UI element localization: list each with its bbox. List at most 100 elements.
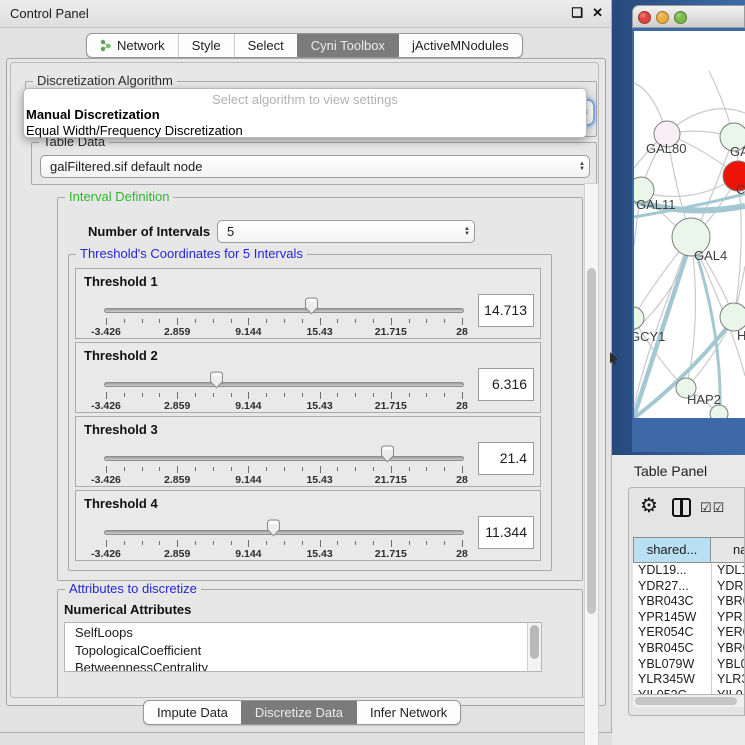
- attribute-item-betweennesscentrality[interactable]: BetweennessCentrality: [75, 659, 541, 672]
- slider-track[interactable]: [104, 530, 464, 535]
- list-scrollbar[interactable]: [527, 623, 541, 671]
- slider-track[interactable]: [104, 308, 464, 313]
- tab-infer-network[interactable]: Infer Network: [356, 701, 460, 724]
- table-row[interactable]: YBL079WYBL0: [633, 657, 745, 673]
- slider-tick: [284, 319, 285, 323]
- tab-style[interactable]: Style: [178, 34, 234, 57]
- attributes-group-title: Attributes to discretize: [65, 581, 201, 596]
- table-row[interactable]: YDR27...YDR2: [633, 579, 745, 595]
- slider-tick: [462, 392, 463, 399]
- table-row[interactable]: YBR045CYBR0: [633, 641, 745, 657]
- slider-tick: [302, 393, 303, 397]
- close-traffic-light[interactable]: [638, 11, 651, 24]
- threshold-label: Threshold 4: [84, 496, 158, 511]
- table-row[interactable]: YLR345WYLR3: [633, 672, 745, 688]
- slider-tick: [195, 319, 196, 323]
- slider-tick: [355, 393, 356, 397]
- interval-definition-title: Interval Definition: [65, 189, 173, 204]
- attribute-items: SelfLoopsTopologicalCoefficientBetweenne…: [65, 623, 541, 672]
- slider-tick: [177, 540, 178, 547]
- slider-thumb[interactable]: [380, 445, 395, 463]
- close-window-icon[interactable]: ✕: [592, 5, 603, 21]
- slider-tick: [231, 393, 232, 397]
- slider-track[interactable]: [104, 382, 464, 387]
- tab-select[interactable]: Select: [234, 34, 297, 57]
- slider-tick: [248, 540, 249, 547]
- slider-tick: [106, 318, 107, 325]
- cell-shared-name: YLR345W: [633, 672, 711, 688]
- slider-thumb[interactable]: [209, 371, 224, 389]
- slider-tick: [284, 541, 285, 545]
- column-layout-icon[interactable]: [672, 498, 691, 517]
- slider-tick: [302, 467, 303, 471]
- threshold-panel-2: Threshold 2-3.4262.8599.14415.4321.71528…: [75, 342, 541, 413]
- cyni-toolbox-panel: Discretization Algorithm ▲▼ Select algor…: [6, 58, 606, 706]
- numerical-attributes-list[interactable]: SelfLoopsTopologicalCoefficientBetweenne…: [64, 622, 542, 672]
- slider-tick: [355, 319, 356, 323]
- network-node-h[interactable]: [720, 303, 745, 331]
- slider-tick: [337, 541, 338, 545]
- dropdown-option-manual-discretization[interactable]: Manual Discretization: [24, 107, 586, 123]
- slider-tick: [320, 540, 321, 547]
- tab-impute-data[interactable]: Impute Data: [144, 701, 241, 724]
- float-window-icon[interactable]: ❏: [571, 5, 583, 21]
- gear-icon[interactable]: ⚙: [640, 493, 658, 518]
- tab-cyni-toolbox[interactable]: Cyni Toolbox: [297, 34, 398, 57]
- slider-thumb[interactable]: [304, 297, 319, 315]
- number-of-intervals-value: 5: [227, 224, 460, 239]
- threshold-panel-1: Threshold 1-3.4262.8599.14415.4321.71528…: [75, 268, 541, 339]
- attribute-item-topologicalcoefficient[interactable]: TopologicalCoefficient: [75, 642, 541, 660]
- list-scrollbar-thumb[interactable]: [530, 625, 539, 659]
- network-node-gcy1[interactable]: [634, 307, 644, 329]
- minimize-traffic-light[interactable]: [656, 11, 669, 24]
- numerical-attributes-label: Numerical Attributes: [64, 602, 191, 617]
- slider-tick: [284, 393, 285, 397]
- slider-tick-label: 28: [456, 326, 468, 338]
- tab-discretize-data[interactable]: Discretize Data: [241, 701, 356, 724]
- dropdown-option-equal-width-frequency-discretization[interactable]: Equal Width/Frequency Discretization: [24, 123, 586, 139]
- network-window-titlebar: [632, 5, 745, 28]
- table-data-select[interactable]: galFiltered.sif default node ▲▼: [40, 155, 590, 178]
- slider-tick-label: -3.426: [91, 326, 121, 338]
- slider-tick: [195, 467, 196, 471]
- slider-tick: [409, 541, 410, 545]
- table-row[interactable]: YER054CYER0: [633, 625, 745, 641]
- cell-shared-name: YPR145W: [633, 610, 711, 626]
- slider-tick-label: 9.144: [235, 548, 261, 560]
- column-header-name[interactable]: na: [711, 537, 745, 563]
- table-row[interactable]: YBR043CYBR0: [633, 594, 745, 610]
- threshold-value-field[interactable]: 14.713: [478, 294, 534, 327]
- cell-name: YBL0: [711, 657, 745, 673]
- slider-tick: [337, 467, 338, 471]
- column-header-shared-name[interactable]: shared...: [633, 537, 711, 563]
- slider-tick: [444, 541, 445, 545]
- dropdown-hint: Select algorithm to view settings: [24, 89, 586, 107]
- tab-jactivemnodules[interactable]: jActiveMNodules: [398, 34, 522, 57]
- threshold-value-field[interactable]: 6.316: [478, 368, 534, 401]
- zoom-traffic-light[interactable]: [674, 11, 687, 24]
- network-node-label: HAP2: [687, 392, 721, 407]
- table-row[interactable]: YDL19...YDL1: [633, 563, 745, 579]
- content-scrollbar[interactable]: [584, 183, 599, 745]
- checkbox-icons[interactable]: ☑☑: [700, 500, 725, 516]
- slider-track[interactable]: [104, 456, 464, 461]
- slider-tick: [106, 392, 107, 399]
- network-canvas[interactable]: GAL80GACGAL11GAL4GCY1HHAP2: [634, 31, 745, 418]
- slider-tick: [462, 540, 463, 547]
- slider-tick: [373, 467, 374, 471]
- slider-thumb[interactable]: [266, 519, 281, 537]
- attribute-item-selfloops[interactable]: SelfLoops: [75, 624, 541, 642]
- network-edge-thick: [693, 243, 720, 412]
- number-of-intervals-select[interactable]: 5 ▲▼: [217, 220, 475, 243]
- slider-tick-label: 28: [456, 474, 468, 486]
- cell-name: YDR2: [711, 579, 745, 595]
- threshold-value-field[interactable]: 21.4: [478, 442, 534, 475]
- table-hscrollbar[interactable]: [633, 694, 745, 707]
- content-scrollbar-thumb[interactable]: [587, 268, 596, 614]
- table-hscrollbar-thumb[interactable]: [635, 697, 737, 705]
- tab-network[interactable]: Network: [87, 34, 178, 57]
- slider-tick: [320, 318, 321, 325]
- threshold-value-field[interactable]: 11.344: [478, 516, 534, 549]
- slider-tick: [195, 393, 196, 397]
- table-row[interactable]: YPR145WYPR1: [633, 610, 745, 626]
